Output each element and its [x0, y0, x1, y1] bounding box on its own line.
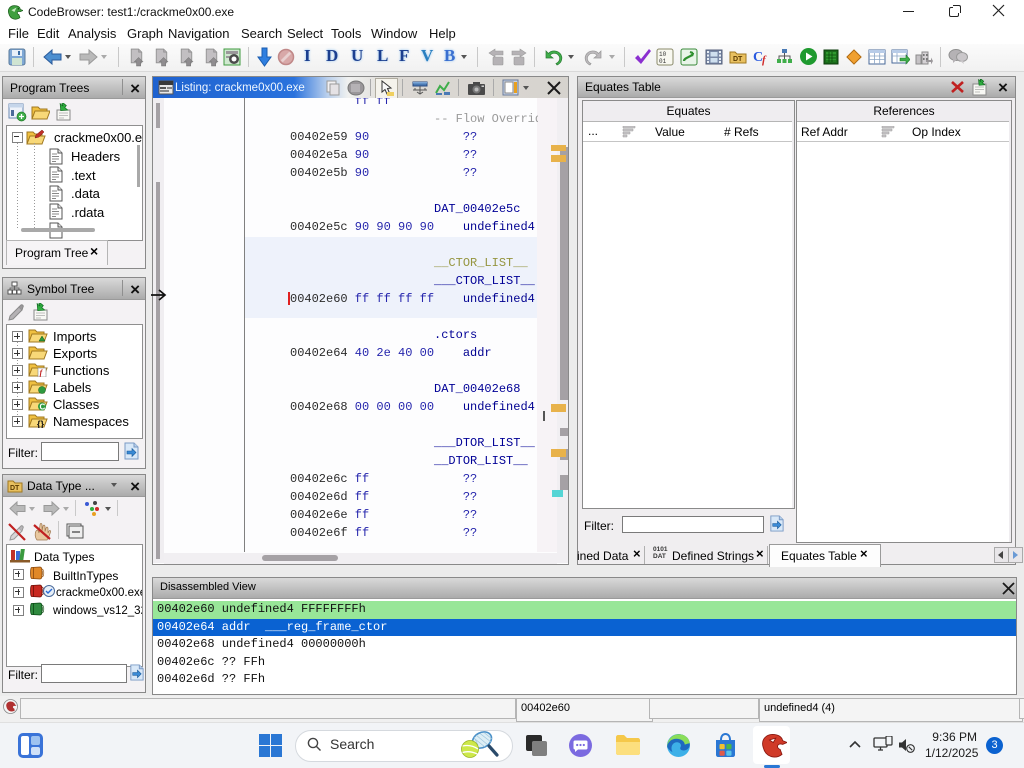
svg-text:f: f — [762, 54, 767, 66]
svg-text:{}: {} — [37, 419, 45, 428]
svg-text:10: 10 — [659, 51, 667, 58]
svg-text:01: 01 — [659, 58, 667, 65]
svg-text:C: C — [40, 403, 46, 412]
svg-text:DT: DT — [10, 485, 20, 492]
svg-text:DT: DT — [733, 56, 743, 63]
